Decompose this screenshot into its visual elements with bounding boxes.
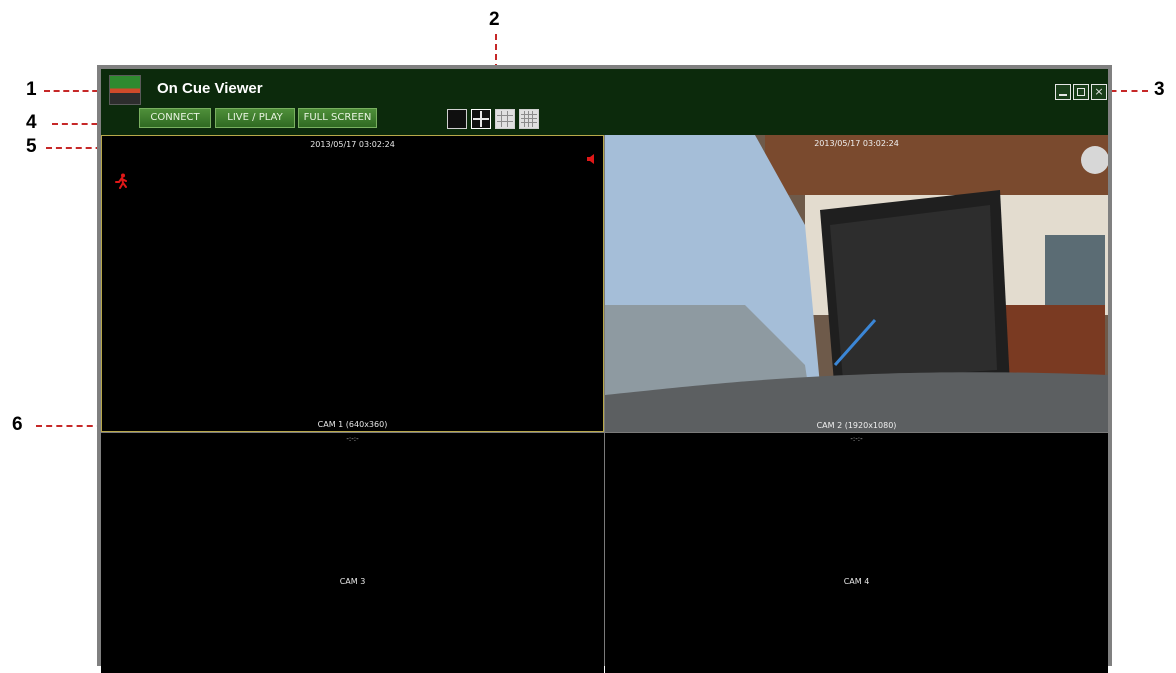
- camera-tile-1[interactable]: 2013/05/17 03:02:24 CAM 1 (640x360): [101, 135, 604, 432]
- close-icon: ×: [1094, 85, 1104, 98]
- layout-3x3-icon-h1: [497, 115, 513, 116]
- connect-button[interactable]: CONNECT: [139, 108, 211, 128]
- grid-divider-vertical: [604, 135, 605, 666]
- layout-3x3-icon-h2: [497, 121, 513, 122]
- app-title: On Cue Viewer: [157, 80, 263, 97]
- restore-button[interactable]: [1073, 84, 1089, 100]
- layout-1x1-button[interactable]: [447, 109, 467, 129]
- full-screen-button[interactable]: FULL SCREEN: [298, 108, 377, 128]
- callout-2: 2: [489, 9, 500, 30]
- camera-tile-2[interactable]: 2013/05/17 03:02:24 CAM 2 (1920x1080): [605, 135, 1108, 432]
- layout-4x4-button[interactable]: [519, 109, 539, 129]
- tile-3-label: CAM 3: [339, 577, 366, 586]
- close-button[interactable]: ×: [1091, 84, 1107, 100]
- layout-3x3-icon-v2: [507, 111, 508, 127]
- layout-3x3-icon: [501, 111, 502, 127]
- tile-1-timestamp: 2013/05/17 03:02:24: [310, 140, 395, 149]
- layout-4x4-icon-h3: [521, 122, 537, 123]
- layout-2x2-icon-h: [473, 118, 489, 120]
- video-grid: 2013/05/17 03:02:24 CAM 1 (640x360) 2013…: [101, 135, 1108, 673]
- tile-1-label: CAM 1 (640x360): [317, 420, 388, 429]
- motion-icon: [115, 173, 129, 189]
- layout-3x3-button[interactable]: [495, 109, 515, 129]
- callout-1: 1: [26, 79, 37, 100]
- tile-3-status: -:-:-: [346, 435, 359, 443]
- header-bar: On Cue Viewer CONNECT LIVE / PLAY FULL S…: [101, 69, 1108, 135]
- audio-icon: [587, 151, 595, 164]
- callout-6: 6: [12, 414, 23, 435]
- minimize-icon: [1059, 94, 1067, 96]
- tile-4-label: CAM 4: [843, 577, 870, 586]
- camera-2-video-feed: [605, 135, 1108, 432]
- callout-3: 3: [1154, 79, 1165, 100]
- live-play-button[interactable]: LIVE / PLAY: [215, 108, 295, 128]
- camera-tile-3[interactable]: -:-:- CAM 3: [101, 433, 604, 673]
- callout-5: 5: [26, 136, 37, 157]
- tile-2-timestamp: 2013/05/17 03:02:24: [814, 139, 899, 148]
- tile-4-status: -:-:-: [850, 435, 863, 443]
- on-cue-viewer-window: On Cue Viewer CONNECT LIVE / PLAY FULL S…: [97, 65, 1112, 673]
- layout-4x4-icon-h2: [521, 118, 537, 119]
- app-inner: On Cue Viewer CONNECT LIVE / PLAY FULL S…: [101, 69, 1108, 673]
- restore-icon: [1077, 88, 1085, 96]
- layout-2x2-button[interactable]: [471, 109, 491, 129]
- layout-1x1-icon: [449, 111, 465, 127]
- minimize-button[interactable]: [1055, 84, 1071, 100]
- tile-2-label: CAM 2 (1920x1080): [816, 421, 897, 430]
- camera-tile-4[interactable]: -:-:- CAM 4: [605, 433, 1108, 673]
- callout-4: 4: [26, 112, 37, 133]
- layout-4x4-icon-h1: [521, 114, 537, 115]
- grid-divider-horizontal: [101, 432, 1108, 433]
- app-logo: [109, 75, 141, 105]
